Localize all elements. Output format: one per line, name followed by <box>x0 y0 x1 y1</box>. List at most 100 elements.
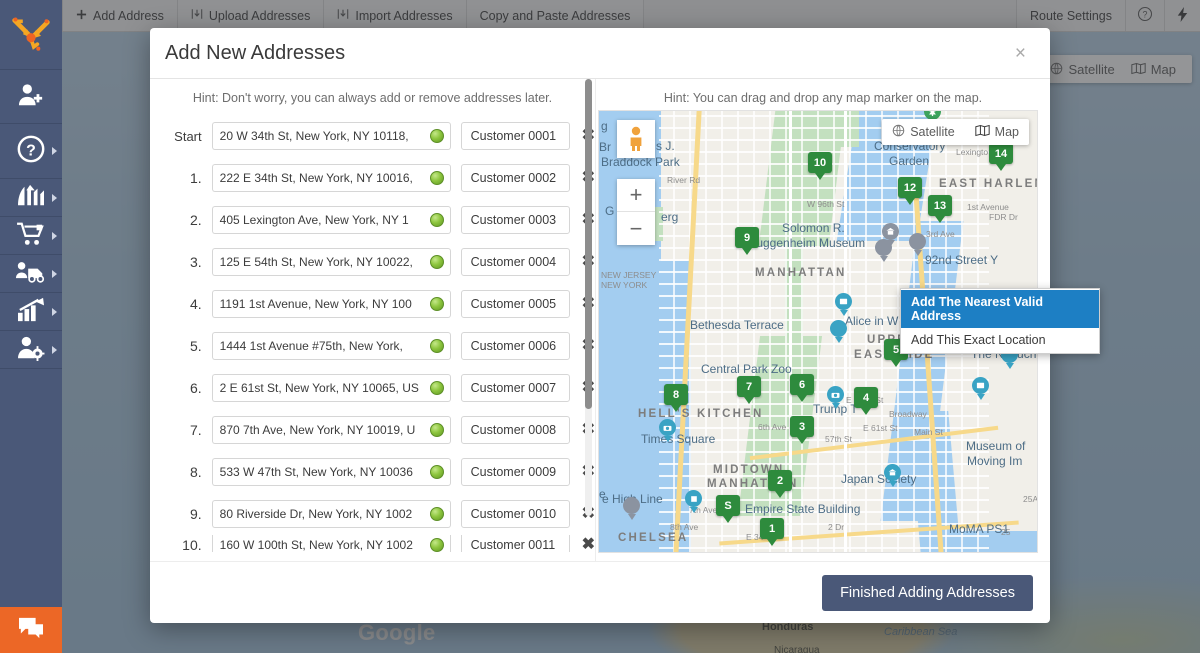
street-view-pegman-icon[interactable] <box>617 120 655 158</box>
address-field-group[interactable]: 125 E 54th St, New York, NY 10022, <box>211 248 451 276</box>
address-input[interactable]: 1191 1st Avenue, New York, NY 100 <box>211 290 424 318</box>
map-text-label: W 96th St <box>807 199 845 209</box>
user-plus-icon <box>17 82 45 112</box>
address-input[interactable]: 125 E 54th St, New York, NY 10022, <box>211 248 424 276</box>
address-input[interactable]: 1444 1st Avenue #75th, New York, <box>211 332 424 360</box>
sidebar-item-analytics[interactable] <box>0 293 62 331</box>
zoom-in-button[interactable]: + <box>617 179 655 212</box>
map-marker[interactable]: 2 <box>768 470 792 491</box>
address-row[interactable]: Start 20 W 34th St, New York, NY 10118, Cu… <box>150 115 595 157</box>
sidebar-item-routes[interactable] <box>0 179 62 217</box>
map-context-menu[interactable]: Add The Nearest Valid Address Add This Ex… <box>900 288 1100 354</box>
customer-name-input[interactable]: Customer 0008 <box>460 416 570 444</box>
address-row[interactable]: 9. 80 Riverside Dr, New York, NY 1002 Cust… <box>150 493 595 535</box>
map-map-button[interactable]: Map <box>965 124 1029 140</box>
sidebar-item-orders[interactable] <box>0 217 62 255</box>
map-marker[interactable]: 10 <box>808 152 832 173</box>
sidebar: ? <box>0 0 62 653</box>
address-field-group[interactable]: 870 7th Ave, New York, NY 10019, U <box>211 416 451 444</box>
row-index-label: 4. <box>189 296 202 312</box>
address-field-group[interactable]: 1444 1st Avenue #75th, New York, <box>211 332 451 360</box>
map-text-label: 25 <box>1001 527 1011 537</box>
map-marker[interactable]: 9 <box>735 227 759 248</box>
zoom-controls[interactable]: + − <box>617 179 655 245</box>
map-marker[interactable]: 12 <box>898 177 922 198</box>
customer-name-input[interactable]: Customer 0002 <box>460 164 570 192</box>
map-marker[interactable]: 7 <box>737 376 761 397</box>
customer-name-input[interactable]: Customer 0001 <box>460 122 570 150</box>
route4me-logo[interactable] <box>0 0 62 70</box>
address-field-group[interactable]: 222 E 34th St, New York, NY 10016, <box>211 164 451 192</box>
sidebar-item-account[interactable] <box>0 331 62 369</box>
address-field-group[interactable]: 1191 1st Avenue, New York, NY 100 <box>211 290 451 318</box>
address-input[interactable]: 20 W 34th St, New York, NY 10118, <box>211 122 424 150</box>
zoom-out-button[interactable]: − <box>617 212 655 245</box>
address-field-group[interactable]: 160 W 100th St, New York, NY 1002 <box>211 535 451 552</box>
map-maptype-control[interactable]: Satellite Map <box>882 119 1029 145</box>
delete-row-icon[interactable]: ✖ <box>582 537 595 553</box>
map-satellite-button[interactable]: Satellite <box>882 124 964 140</box>
address-row[interactable]: 4. 1191 1st Avenue, New York, NY 100 Custo… <box>150 283 595 325</box>
poi-museum2-icon[interactable] <box>972 377 989 394</box>
context-menu-item[interactable]: Add The Nearest Valid Address <box>901 290 1099 328</box>
address-rows[interactable]: Start 20 W 34th St, New York, NY 10118, Cu… <box>150 115 595 552</box>
address-input[interactable]: 2 E 61st St, New York, NY 10065, US <box>211 374 424 402</box>
poi-grey-icon[interactable] <box>623 497 640 514</box>
customer-name-input[interactable]: Customer 0004 <box>460 248 570 276</box>
customer-name-input[interactable]: Customer 0006 <box>460 332 570 360</box>
map-text-label: 8th Ave <box>670 522 699 532</box>
customer-name-input[interactable]: Customer 0009 <box>460 458 570 486</box>
address-field-group[interactable]: 2 E 61st St, New York, NY 10065, US <box>211 374 451 402</box>
address-row[interactable]: 3. 125 E 54th St, New York, NY 10022, Cust… <box>150 241 595 283</box>
customer-name-input[interactable]: Customer 0010 <box>460 500 570 528</box>
address-input[interactable]: 405 Lexington Ave, New York, NY 1 <box>211 206 424 234</box>
poi-photo-icon[interactable] <box>659 419 676 436</box>
address-row[interactable]: 7. 870 7th Ave, New York, NY 10019, U Cust… <box>150 409 595 451</box>
poi-camera-icon[interactable] <box>827 386 844 403</box>
map-marker[interactable]: 3 <box>790 416 814 437</box>
address-field-group[interactable]: 80 Riverside Dr, New York, NY 1002 <box>211 500 451 528</box>
customer-name-input[interactable]: Customer 0007 <box>460 374 570 402</box>
support-chat-button[interactable] <box>0 607 62 653</box>
poi-blue-square-icon[interactable] <box>685 490 702 507</box>
poi-92nd-street-y-icon[interactable] <box>909 233 926 250</box>
address-row[interactable]: 6. 2 E 61st St, New York, NY 10065, US Cus… <box>150 367 595 409</box>
address-row[interactable]: 5. 1444 1st Avenue #75th, New York, Custom… <box>150 325 595 367</box>
map-marker[interactable]: 8 <box>664 384 688 405</box>
address-input[interactable]: 533 W 47th St, New York, NY 10036 <box>211 458 424 486</box>
finished-adding-addresses-button[interactable]: Finished Adding Addresses <box>822 574 1033 611</box>
map-marker[interactable]: 4 <box>854 387 878 408</box>
context-menu-item[interactable]: Add This Exact Location <box>901 328 1099 352</box>
address-field-group[interactable]: 20 W 34th St, New York, NY 10118, <box>211 122 451 150</box>
map-marker[interactable]: S <box>716 495 740 516</box>
valid-address-dot-icon <box>429 171 444 185</box>
address-row[interactable]: 8. 533 W 47th St, New York, NY 10036 Custo… <box>150 451 595 493</box>
address-row[interactable]: 2. 405 Lexington Ave, New York, NY 1 Custo… <box>150 199 595 241</box>
address-input[interactable]: 80 Riverside Dr, New York, NY 1002 <box>211 500 424 528</box>
address-field-group[interactable]: 533 W 47th St, New York, NY 10036 <box>211 458 451 486</box>
poi-grey2-icon[interactable] <box>875 239 892 256</box>
sidebar-item-fleet[interactable] <box>0 255 62 293</box>
map-marker[interactable]: 14 <box>989 143 1013 164</box>
poi-japan-society-icon[interactable] <box>884 464 901 481</box>
customer-name-input[interactable]: Customer 0011 <box>460 535 570 552</box>
poi-building-icon[interactable] <box>882 223 899 240</box>
address-input[interactable]: 160 W 100th St, New York, NY 1002 <box>211 535 424 552</box>
poi-marker-icon[interactable] <box>830 320 847 337</box>
address-input[interactable]: 870 7th Ave, New York, NY 10019, U <box>211 416 424 444</box>
map-marker[interactable]: 6 <box>790 374 814 395</box>
address-list-scrollbar[interactable] <box>585 79 592 516</box>
poi-museum-icon[interactable] <box>835 293 852 310</box>
address-row[interactable]: 10. 160 W 100th St, New York, NY 1002 Cust… <box>150 535 595 552</box>
customer-name-input[interactable]: Customer 0003 <box>460 206 570 234</box>
map-marker[interactable]: 1 <box>760 518 784 539</box>
close-icon[interactable]: × <box>1011 42 1030 65</box>
map-marker[interactable]: 13 <box>928 195 952 216</box>
sidebar-item-help[interactable]: ? <box>0 124 62 179</box>
customer-name-input[interactable]: Customer 0005 <box>460 290 570 318</box>
scrollbar-thumb[interactable] <box>585 79 592 409</box>
address-row[interactable]: 1. 222 E 34th St, New York, NY 10016, Cust… <box>150 157 595 199</box>
sidebar-item-add-user[interactable] <box>0 70 62 124</box>
address-field-group[interactable]: 405 Lexington Ave, New York, NY 1 <box>211 206 451 234</box>
address-input[interactable]: 222 E 34th St, New York, NY 10016, <box>211 164 424 192</box>
